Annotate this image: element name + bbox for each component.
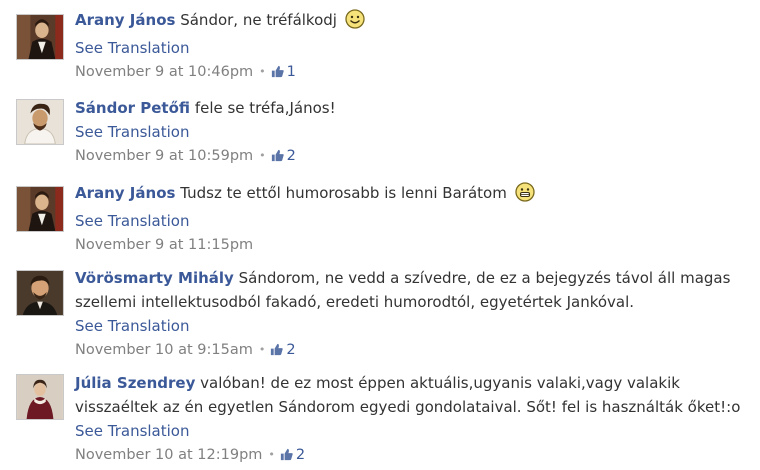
comment-text-line: Júlia Szendrey valóban! de ez most éppen… [75, 371, 745, 419]
see-translation-link[interactable]: See Translation [75, 120, 745, 144]
comment-timestamp[interactable]: November 9 at 11:15pm [75, 237, 253, 253]
comment-text: fele se tréfa,János! [194, 99, 336, 117]
grin-icon [514, 182, 535, 209]
comment-timestamp[interactable]: November 10 at 9:15am [75, 342, 253, 358]
thumbs-up-icon[interactable] [279, 446, 294, 470]
comment-meta: November 9 at 11:15pm [75, 233, 745, 257]
portrait-icon [17, 271, 63, 315]
comment-timestamp[interactable]: November 9 at 10:46pm [75, 64, 253, 80]
like-count[interactable]: 2 [296, 447, 305, 463]
like-count[interactable]: 1 [287, 64, 296, 80]
thumbs-up-icon[interactable] [269, 341, 284, 365]
comment-meta: November 9 at 10:59pm • 2 [75, 144, 745, 171]
avatar[interactable] [16, 270, 64, 316]
smiley-icon [345, 9, 365, 36]
avatar[interactable] [16, 186, 64, 232]
separator-dot: • [259, 65, 266, 78]
comment-text: Sándor, ne tréfálkodj [180, 11, 337, 29]
comment-author[interactable]: Arany János [75, 11, 175, 29]
see-translation-link[interactable]: See Translation [75, 36, 745, 60]
comment-body: Júlia Szendrey valóban! de ez most éppen… [75, 371, 745, 470]
see-translation-link[interactable]: See Translation [75, 314, 745, 338]
avatar[interactable] [16, 14, 64, 60]
comment-author[interactable]: Sándor Petőfi [75, 99, 190, 117]
comment-body: Arany János Sándor, ne tréfálkodj See Tr… [75, 8, 745, 87]
comment-meta: November 10 at 12:19pm • 2 [75, 443, 745, 470]
portrait-icon [17, 187, 63, 231]
avatar[interactable] [16, 99, 64, 145]
comment-author[interactable]: Júlia Szendrey [75, 374, 195, 392]
comment-list: Arany János Sándor, ne tréfálkodj See Tr… [0, 0, 760, 469]
comment-timestamp[interactable]: November 10 at 12:19pm [75, 447, 262, 463]
portrait-icon [17, 375, 63, 419]
comment-body: Vörösmarty Mihály Sándorom, ne vedd a sz… [75, 266, 745, 365]
comment-text-line: Arany János Tudsz te ettől humorosabb is… [75, 181, 745, 209]
like-count[interactable]: 2 [287, 148, 296, 164]
like-count[interactable]: 2 [286, 342, 295, 358]
separator-dot: • [258, 343, 266, 356]
comment-author[interactable]: Arany János [75, 184, 175, 202]
thumbs-up-icon[interactable] [270, 63, 285, 87]
comment-meta: November 9 at 10:46pm • 1 [75, 60, 745, 87]
separator-dot: • [259, 149, 266, 162]
comment-text: Tudsz te ettől humorosabb is lenni Barát… [180, 184, 507, 202]
see-translation-link[interactable]: See Translation [75, 209, 745, 233]
see-translation-link[interactable]: See Translation [75, 419, 745, 443]
avatar[interactable] [16, 374, 64, 420]
comment-text-line: Sándor Petőfi fele se tréfa,János! [75, 96, 745, 120]
comment-meta: November 10 at 9:15am • 2 [75, 338, 745, 365]
comment-author[interactable]: Vörösmarty Mihály [75, 269, 234, 287]
comment-text-line: Vörösmarty Mihály Sándorom, ne vedd a sz… [75, 266, 745, 314]
comment-body: Sándor Petőfi fele se tréfa,János! See T… [75, 96, 745, 171]
separator-dot: • [268, 448, 275, 461]
comment-timestamp[interactable]: November 9 at 10:59pm [75, 148, 253, 164]
comment-body: Arany János Tudsz te ettől humorosabb is… [75, 181, 745, 257]
portrait-icon [17, 100, 63, 144]
portrait-icon [17, 15, 63, 59]
comment-text-line: Arany János Sándor, ne tréfálkodj [75, 8, 745, 36]
thumbs-up-icon[interactable] [270, 147, 285, 171]
